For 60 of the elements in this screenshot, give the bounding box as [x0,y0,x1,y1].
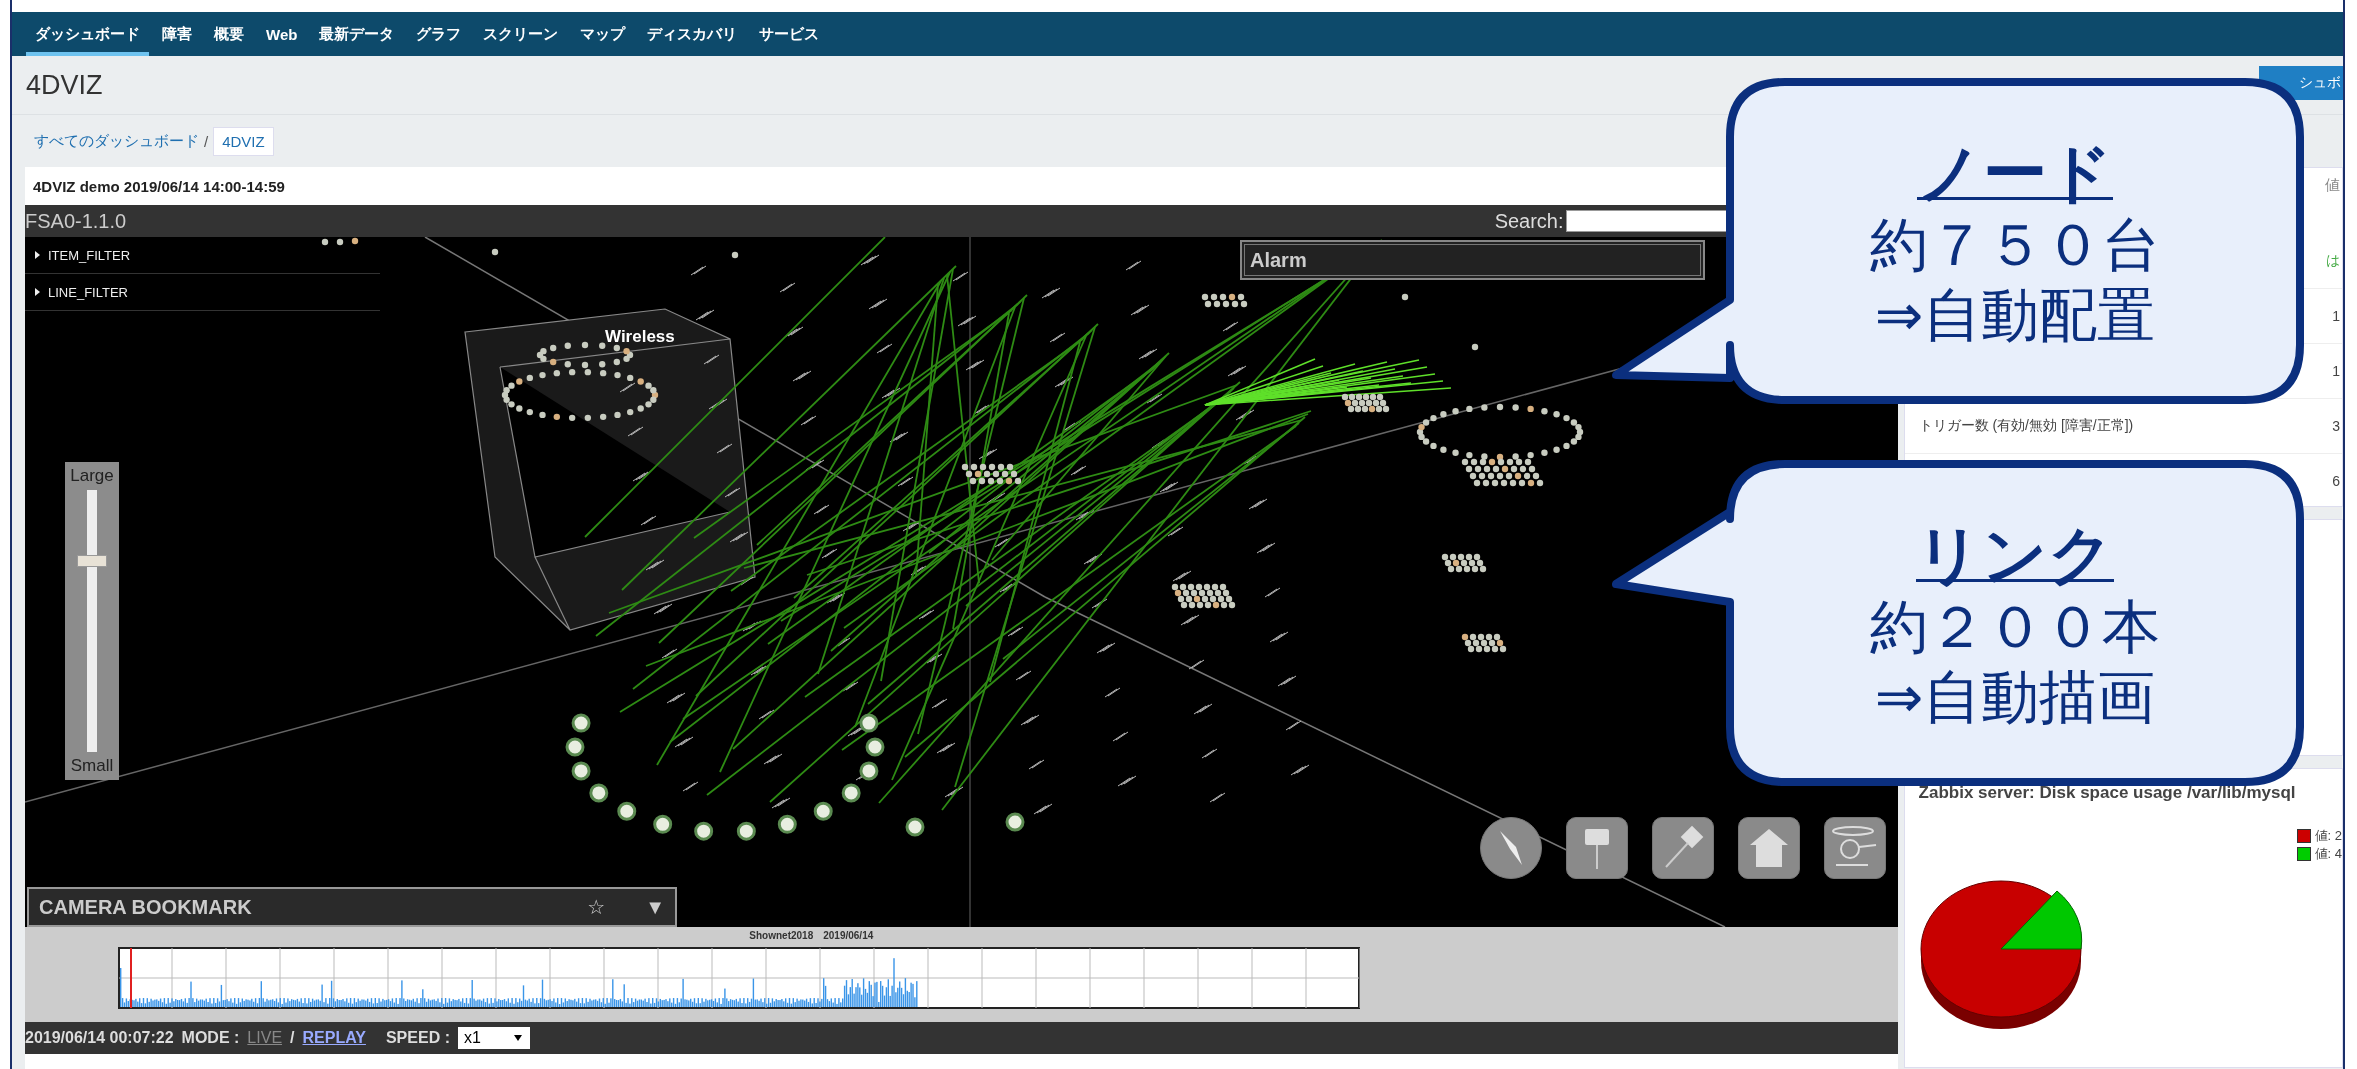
table-cell: 3 [2332,418,2340,434]
callout-title: ノード [1917,136,2113,211]
callout-text: ⇒自動配置 [1874,280,2156,349]
callout-text: ⇒自動描画 [1874,662,2156,731]
page-title: 4DVIZ [26,69,103,101]
widget-title: 4DVIZ demo 2019/06/14 14:00-14:59 [32,176,286,197]
timeline-title: Shownet2018 2019/06/14 [749,929,874,943]
callout-text: 約７５０台 [1870,211,2160,280]
nav-tab[interactable]: スクリーン [474,12,568,56]
nav-tab[interactable]: グラフ [407,12,471,56]
caret-icon [35,251,40,259]
app-title: FSA0-1.1.0 [25,209,127,233]
caret-icon [513,1035,522,1041]
table-cell: トリガー数 (有効/無効 [障害/正常]) [1918,417,2134,435]
breadcrumb-link[interactable]: すべてのダッシュボード [34,131,199,151]
search-field[interactable] [1565,210,1728,232]
camera-bookmark-bar[interactable]: CAMERA BOOKMARK ☆ ▼ [27,887,677,927]
mode-link[interactable]: LIVE [247,1029,283,1047]
caret-icon [35,288,40,296]
column-header: 値 [2325,176,2340,195]
callout-title: リンク [1916,518,2114,593]
table-cell: は [2326,252,2340,270]
nav-tab[interactable]: サービス [750,12,829,56]
pin-button[interactable] [1652,817,1714,879]
helicopter-button[interactable] [1824,817,1886,879]
star-icon[interactable]: ☆ [587,895,606,919]
callout-text: 約２００本 [1870,593,2160,662]
sign-button[interactable] [1566,817,1628,879]
speed-select[interactable]: x1 [457,1027,530,1049]
search-label: Search: [1494,209,1564,233]
nav-tab[interactable]: ディスカバリ [638,12,747,56]
filter-toggle[interactable]: LINE_FILTER [25,274,380,311]
legend-label: 値: 2 [2314,827,2342,845]
table-cell: 1 [2332,308,2340,324]
breadcrumb-current[interactable]: 4DVIZ [213,126,274,156]
dropdown-caret[interactable]: ▼ [645,895,665,919]
breadcrumb-separator: / [204,132,209,150]
slider-thumb[interactable] [77,554,107,567]
filter-toggle[interactable]: ITEM_FILTER [25,237,380,274]
card-title: Zabbix server: Disk space usage /var/lib/mysql [1918,783,2296,802]
legend-label: 値: 4 [2314,845,2342,863]
nav-tab[interactable]: 最新データ [310,12,404,56]
mode-label: MODE : [181,1029,240,1047]
slider-label: Small [70,755,114,777]
home-button[interactable] [1738,817,1800,879]
bookmark-label: CAMERA BOOKMARK [39,895,252,919]
speed-label: SPEED : [385,1029,450,1047]
slider-label: Large [70,465,114,487]
nav-tab[interactable]: 概要 [205,12,253,56]
nav-tab[interactable]: マップ [571,12,635,56]
mode-separator: / [290,1029,295,1047]
table-cell: 1 [2332,363,2340,379]
nav-tab[interactable]: 障害 [153,12,201,56]
mode-link[interactable]: REPLAY [302,1029,366,1047]
nav-tab[interactable]: Web [257,12,307,56]
scene-label: Wireless [605,327,675,346]
playback-time: 2019/06/14 00:07:22 [25,1029,174,1047]
alarm-panel[interactable]: Alarm [1240,240,1705,280]
size-slider[interactable]: Large Small [65,462,119,780]
table-cell: 6 [2332,473,2340,489]
